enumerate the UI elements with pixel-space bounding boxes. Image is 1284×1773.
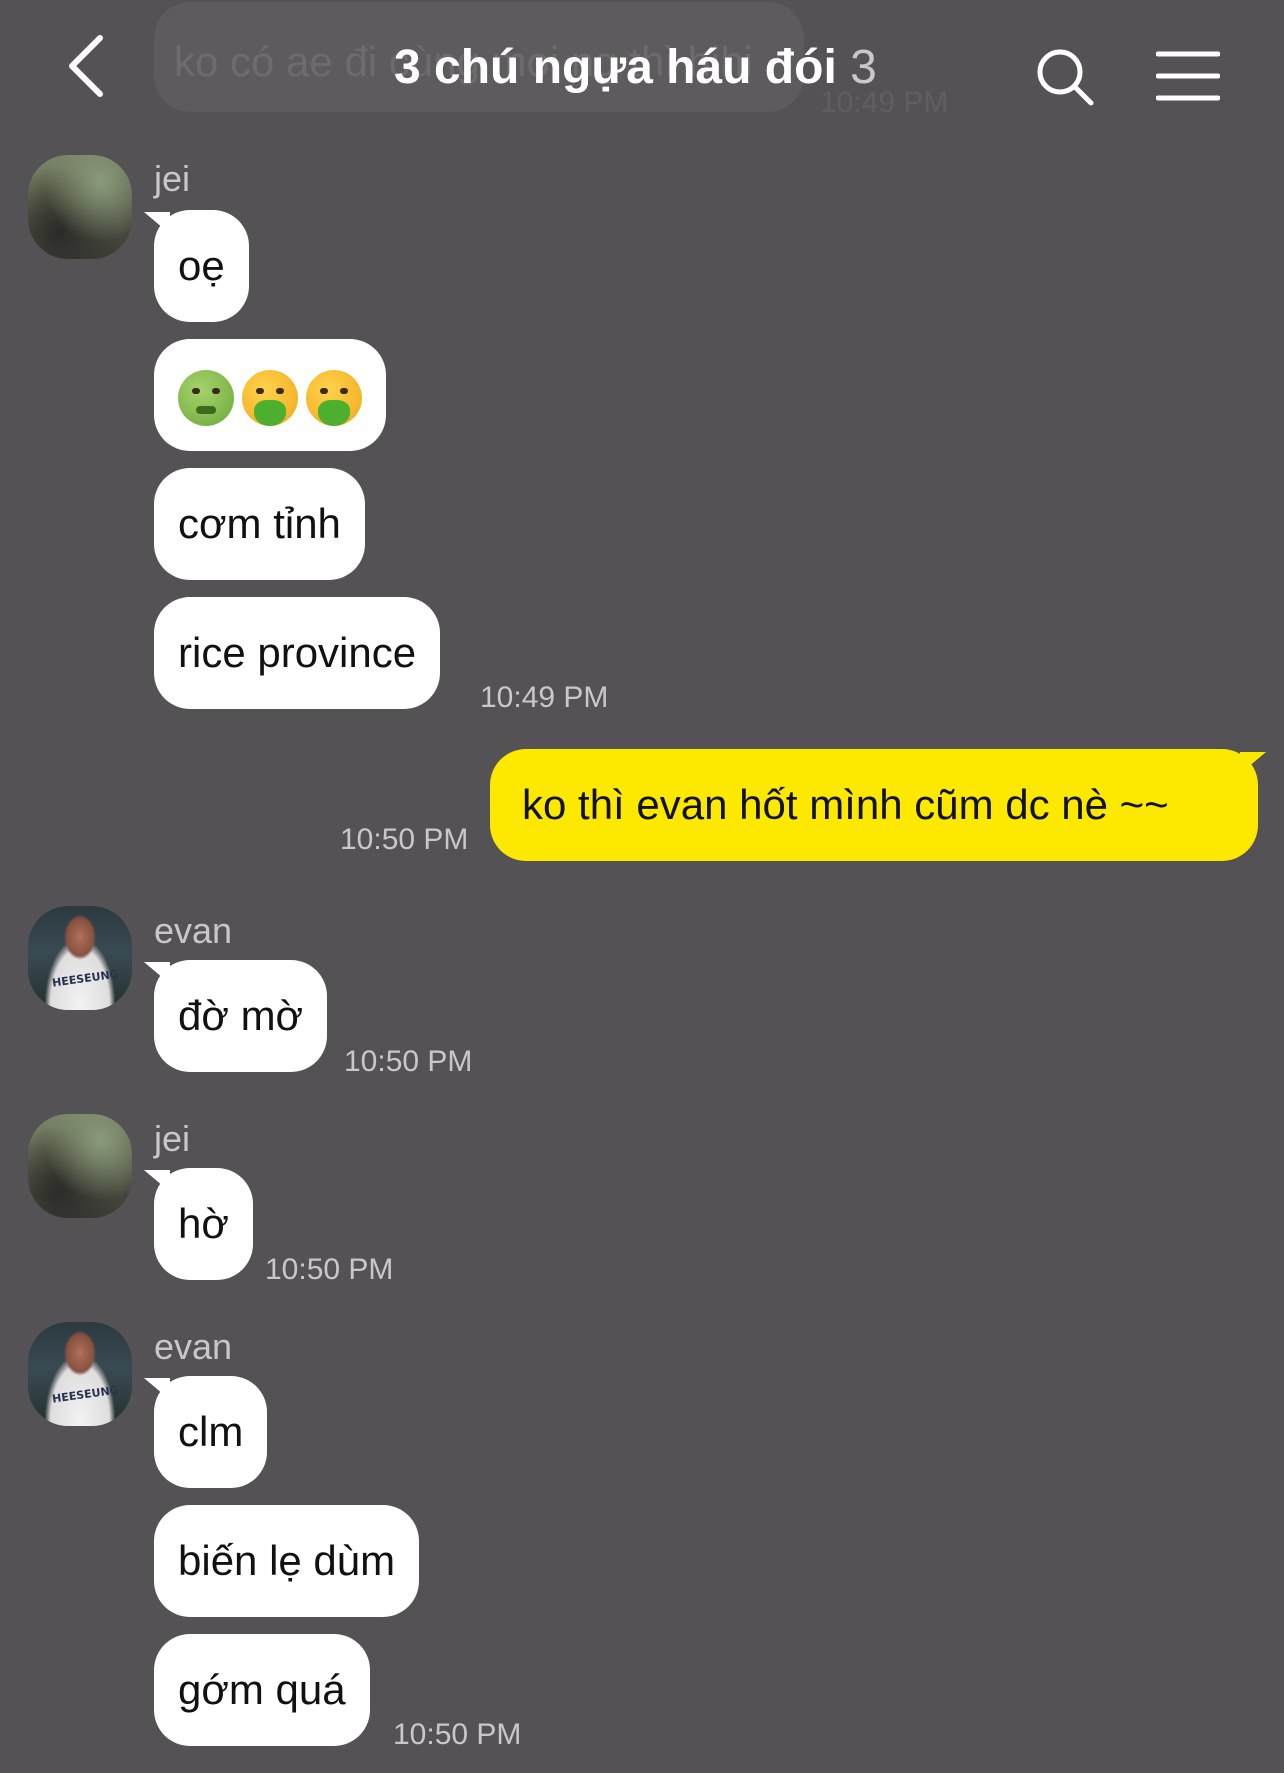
back-button[interactable] bbox=[62, 30, 116, 102]
chat-title: 3 chú ngựa háu đói 3 bbox=[394, 40, 877, 95]
avatar-evan[interactable]: HEESEUNG bbox=[28, 1322, 132, 1426]
vomiting-face-icon bbox=[306, 369, 362, 426]
sender-name: jei bbox=[154, 1118, 191, 1159]
my-message-bubble[interactable]: ko thì evan hốt mình cũm dc nè ~~ bbox=[490, 749, 1258, 861]
message-time: 10:50 PM bbox=[393, 1718, 522, 1751]
nauseated-face-icon bbox=[178, 369, 234, 426]
message-bubble[interactable]: oẹ bbox=[154, 210, 249, 322]
message-time: 10:50 PM bbox=[344, 1045, 473, 1078]
message-bubble-emoji[interactable] bbox=[154, 339, 386, 451]
message-bubble[interactable]: rice province bbox=[154, 597, 441, 709]
member-count: 3 bbox=[850, 41, 877, 94]
vomiting-face-icon bbox=[242, 369, 298, 426]
message-time: 10:49 PM bbox=[480, 681, 609, 714]
message-bubble[interactable]: gớm quá bbox=[154, 1634, 370, 1746]
search-button[interactable] bbox=[1034, 46, 1096, 108]
message-time: 10:50 PM bbox=[340, 823, 469, 856]
avatar-jei[interactable] bbox=[28, 155, 132, 259]
message-bubble[interactable]: clm bbox=[154, 1376, 268, 1488]
avatar-evan[interactable]: HEESEUNG bbox=[28, 906, 132, 1010]
chevron-left-icon bbox=[69, 35, 103, 97]
message-bubble[interactable]: biến lẹ dùm bbox=[154, 1505, 420, 1617]
chat-header: ko có ae đi cùng mọi ng thì hihi 10:49 P… bbox=[0, 0, 1284, 130]
sender-name: jei bbox=[154, 158, 191, 199]
message-bubble[interactable]: hờ bbox=[154, 1168, 253, 1280]
jersey-text: HEESEUNG bbox=[51, 1383, 120, 1406]
message-time: 10:50 PM bbox=[265, 1253, 394, 1286]
my-bubble-tail bbox=[1240, 752, 1266, 774]
hamburger-menu-icon bbox=[1155, 51, 1221, 101]
avatar-jei[interactable] bbox=[28, 1114, 132, 1218]
message-bubble[interactable]: cơm tỉnh bbox=[154, 468, 365, 580]
sender-name: evan bbox=[154, 910, 233, 951]
chat-title-text: 3 chú ngựa háu đói bbox=[394, 41, 837, 94]
search-icon bbox=[1037, 49, 1094, 106]
menu-button[interactable] bbox=[1155, 50, 1221, 102]
message-bubble[interactable]: đờ mờ bbox=[154, 960, 328, 1072]
sender-name: evan bbox=[154, 1326, 233, 1367]
jersey-text: HEESEUNG bbox=[51, 967, 120, 990]
